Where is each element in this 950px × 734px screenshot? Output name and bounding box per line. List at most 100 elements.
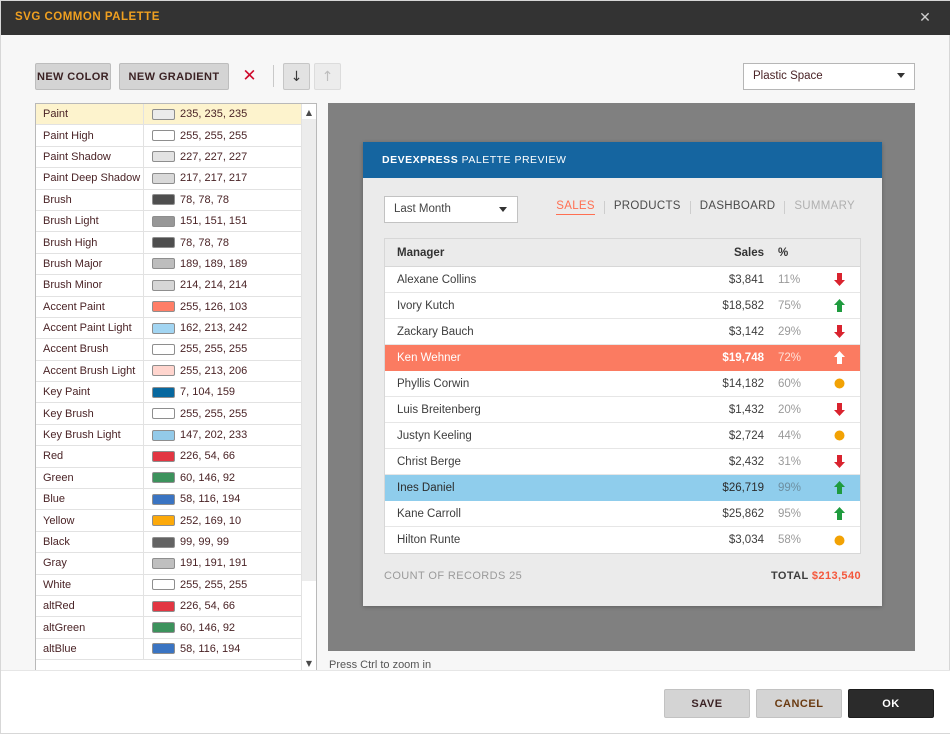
palette-row[interactable]: Brush Major 189, 189, 189	[36, 253, 301, 276]
arrow-down-icon	[818, 455, 860, 468]
palette-select[interactable]: Plastic Space	[743, 63, 915, 90]
palette-row[interactable]: Paint Deep Shadow 217, 217, 217	[36, 168, 301, 190]
palette-row-name: Brush High	[43, 236, 98, 249]
palette-row[interactable]: Paint Shadow 227, 227, 227	[36, 146, 301, 169]
period-select[interactable]: Last Month	[384, 196, 518, 223]
palette-row[interactable]: altRed 226, 54, 66	[36, 595, 301, 618]
close-icon[interactable]: ✕	[907, 1, 943, 35]
palette-row-name: Accent Paint	[43, 300, 105, 313]
cell-sales: $14,182	[722, 377, 764, 390]
tab-products[interactable]: PRODUCTS	[605, 200, 690, 215]
palette-row-swatch-cell	[143, 622, 180, 634]
scroll-up-icon[interactable]: ▲	[302, 105, 316, 119]
palette-row-name: Brush Light	[43, 215, 99, 228]
palette-row-value: 60, 146, 92	[180, 621, 236, 634]
palette-row[interactable]: Key Brush 255, 255, 255	[36, 403, 301, 425]
table-row[interactable]: Christ Berge $2,432 31%	[385, 449, 860, 475]
status-dot-icon	[818, 535, 860, 546]
arrow-up-icon[interactable]: ↑	[314, 63, 341, 90]
palette-row-name: Accent Brush	[43, 343, 109, 356]
new-color-button[interactable]: NEW COLOR	[35, 63, 111, 90]
palette-row-divider	[143, 168, 144, 189]
ok-button[interactable]: OK	[848, 689, 934, 718]
table-row[interactable]: Luis Breitenberg $1,432 20%	[385, 397, 860, 423]
tab-summary[interactable]: SUMMARY	[785, 200, 864, 215]
palette-row-divider	[143, 424, 144, 446]
color-swatch-icon	[152, 108, 175, 120]
cell-manager: Hilton Runte	[397, 534, 461, 546]
palette-row[interactable]: Red 226, 54, 66	[36, 446, 301, 468]
palette-row[interactable]: altBlue 58, 116, 194	[36, 638, 301, 661]
scroll-down-icon[interactable]: ▼	[302, 656, 316, 670]
palette-row-divider	[143, 360, 144, 382]
scrollbar-thumb[interactable]	[302, 119, 316, 581]
palette-row[interactable]: Accent Brush Light 255, 213, 206	[36, 360, 301, 383]
palette-row-swatch-cell	[143, 579, 180, 591]
palette-row[interactable]: Yellow 252, 169, 10	[36, 510, 301, 532]
cancel-button[interactable]: CANCEL	[756, 689, 842, 718]
palette-row-swatch-cell	[143, 643, 180, 655]
color-swatch-icon	[152, 322, 175, 334]
palette-row[interactable]: Paint 235, 235, 235	[36, 104, 301, 126]
table-row[interactable]: Ken Wehner $19,748 72%	[385, 345, 860, 371]
table-row[interactable]: Phyllis Corwin $14,182 60%	[385, 371, 860, 397]
preview-header-title: PALETTE PREVIEW	[461, 154, 567, 166]
new-gradient-button[interactable]: NEW GRADIENT	[119, 63, 229, 90]
status-dot-icon	[818, 378, 860, 389]
arrow-up-icon	[818, 299, 860, 312]
save-button[interactable]: SAVE	[664, 689, 750, 718]
palette-row[interactable]: Black 99, 99, 99	[36, 531, 301, 554]
tab-sales[interactable]: SALES	[547, 200, 604, 215]
arrow-down-icon[interactable]: ↓	[283, 63, 310, 90]
palette-row-value: 226, 54, 66	[180, 600, 236, 613]
cell-sales: $2,724	[728, 429, 764, 442]
color-swatch-icon	[152, 515, 175, 527]
palette-row-divider	[143, 382, 144, 403]
palette-row-swatch-cell	[143, 130, 180, 142]
table-row[interactable]: Ines Daniel $26,719 99%	[385, 475, 860, 501]
table-row[interactable]: Ivory Kutch $18,582 75%	[385, 293, 860, 319]
palette-row[interactable]: Gray 191, 191, 191	[36, 553, 301, 575]
palette-row-value: 78, 78, 78	[180, 193, 229, 206]
table-row[interactable]: Justyn Keeling $2,724 44%	[385, 423, 860, 449]
devexpress-preview-card: DEVEXPRESS PALETTE PREVIEW Last Month SA…	[363, 142, 882, 606]
cell-manager: Kane Carroll	[397, 507, 461, 520]
table-row[interactable]: Alexane Collins $3,841 11%	[385, 267, 860, 293]
palette-row-swatch-cell	[143, 301, 180, 313]
cell-manager: Zackary Bauch	[397, 325, 474, 338]
palette-row[interactable]: Accent Paint 255, 126, 103	[36, 296, 301, 318]
palette-row-swatch-cell	[143, 108, 180, 120]
palette-row[interactable]: Key Paint 7, 104, 159	[36, 382, 301, 404]
cell-sales: $19,748	[722, 351, 764, 364]
palette-row[interactable]: Brush 78, 78, 78	[36, 189, 301, 211]
palette-row[interactable]: White 255, 255, 255	[36, 574, 301, 596]
palette-row-divider	[143, 232, 144, 253]
cell-percent: 99%	[778, 481, 802, 494]
preview-brand: DEVEXPRESS	[382, 154, 459, 166]
palette-row-divider	[143, 104, 144, 125]
cell-manager: Luis Breitenberg	[397, 403, 481, 416]
palette-list-scrollbar[interactable]: ▲ ▼	[301, 104, 316, 671]
delete-x-glyph: ✕	[242, 66, 257, 86]
palette-row[interactable]: Brush Light 151, 151, 151	[36, 210, 301, 233]
tab-dashboard[interactable]: DASHBOARD	[691, 200, 785, 215]
palette-row-value: 191, 191, 191	[180, 557, 248, 570]
palette-row[interactable]: Key Brush Light 147, 202, 233	[36, 424, 301, 447]
palette-row[interactable]: Green 60, 146, 92	[36, 467, 301, 490]
palette-row[interactable]: Blue 58, 116, 194	[36, 489, 301, 511]
cell-sales: $3,841	[728, 273, 764, 286]
chevron-down-icon	[499, 207, 507, 212]
palette-list[interactable]: Paint 235, 235, 235 Paint High 255, 255, 25…	[35, 103, 317, 672]
color-swatch-icon	[152, 343, 175, 355]
palette-row[interactable]: Brush Minor 214, 214, 214	[36, 275, 301, 297]
palette-row[interactable]: Paint High 255, 255, 255	[36, 125, 301, 147]
palette-row[interactable]: Accent Paint Light 162, 213, 242	[36, 317, 301, 340]
total-label: TOTAL $213,540	[771, 570, 861, 582]
palette-row[interactable]: Brush High 78, 78, 78	[36, 232, 301, 254]
color-swatch-icon	[152, 622, 175, 634]
table-row[interactable]: Kane Carroll $25,862 95%	[385, 501, 860, 527]
table-row[interactable]: Zackary Bauch $3,142 29%	[385, 319, 860, 345]
palette-row[interactable]: altGreen 60, 146, 92	[36, 617, 301, 639]
palette-row[interactable]: Accent Brush 255, 255, 255	[36, 339, 301, 361]
delete-x-icon[interactable]: ✕	[236, 63, 263, 90]
